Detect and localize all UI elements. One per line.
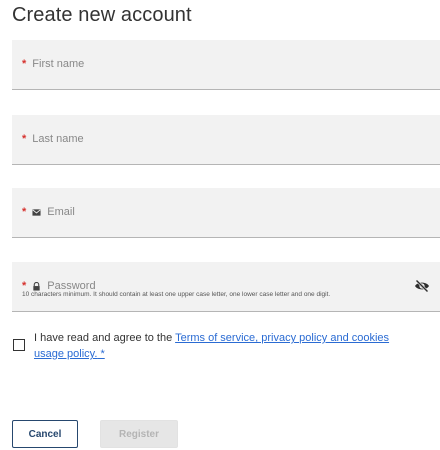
terms-consent-text: I have read and agree to the Terms of se… xyxy=(34,330,394,362)
password-field[interactable]: * Password xyxy=(12,262,440,312)
required-asterisk: * xyxy=(22,206,27,218)
consent-prefix: I have read and agree to the xyxy=(34,332,176,344)
lock-icon xyxy=(33,281,40,291)
page-title: Create new account xyxy=(12,4,192,26)
required-asterisk: * xyxy=(22,133,27,145)
first-name-placeholder: First name xyxy=(32,58,85,70)
terms-checkbox[interactable] xyxy=(13,339,25,351)
last-name-field[interactable]: * Last name xyxy=(12,115,440,165)
cancel-button[interactable]: Cancel xyxy=(12,420,78,448)
create-account-page: Create new account * First name * Last n… xyxy=(0,0,440,450)
last-name-placeholder: Last name xyxy=(32,133,84,145)
email-field[interactable]: * Email xyxy=(12,188,440,238)
first-name-field[interactable]: * First name xyxy=(12,40,440,90)
first-name-label: * First name xyxy=(22,58,84,70)
email-placeholder: Email xyxy=(47,206,75,218)
consent-required-mark: * xyxy=(97,348,105,360)
register-button[interactable]: Register xyxy=(100,420,178,448)
envelope-icon xyxy=(32,208,41,216)
password-hint: 10 characters minimum. It should contain… xyxy=(22,291,331,298)
required-asterisk: * xyxy=(22,58,27,70)
email-label: * Email xyxy=(22,206,75,218)
last-name-label: * Last name xyxy=(22,133,84,145)
